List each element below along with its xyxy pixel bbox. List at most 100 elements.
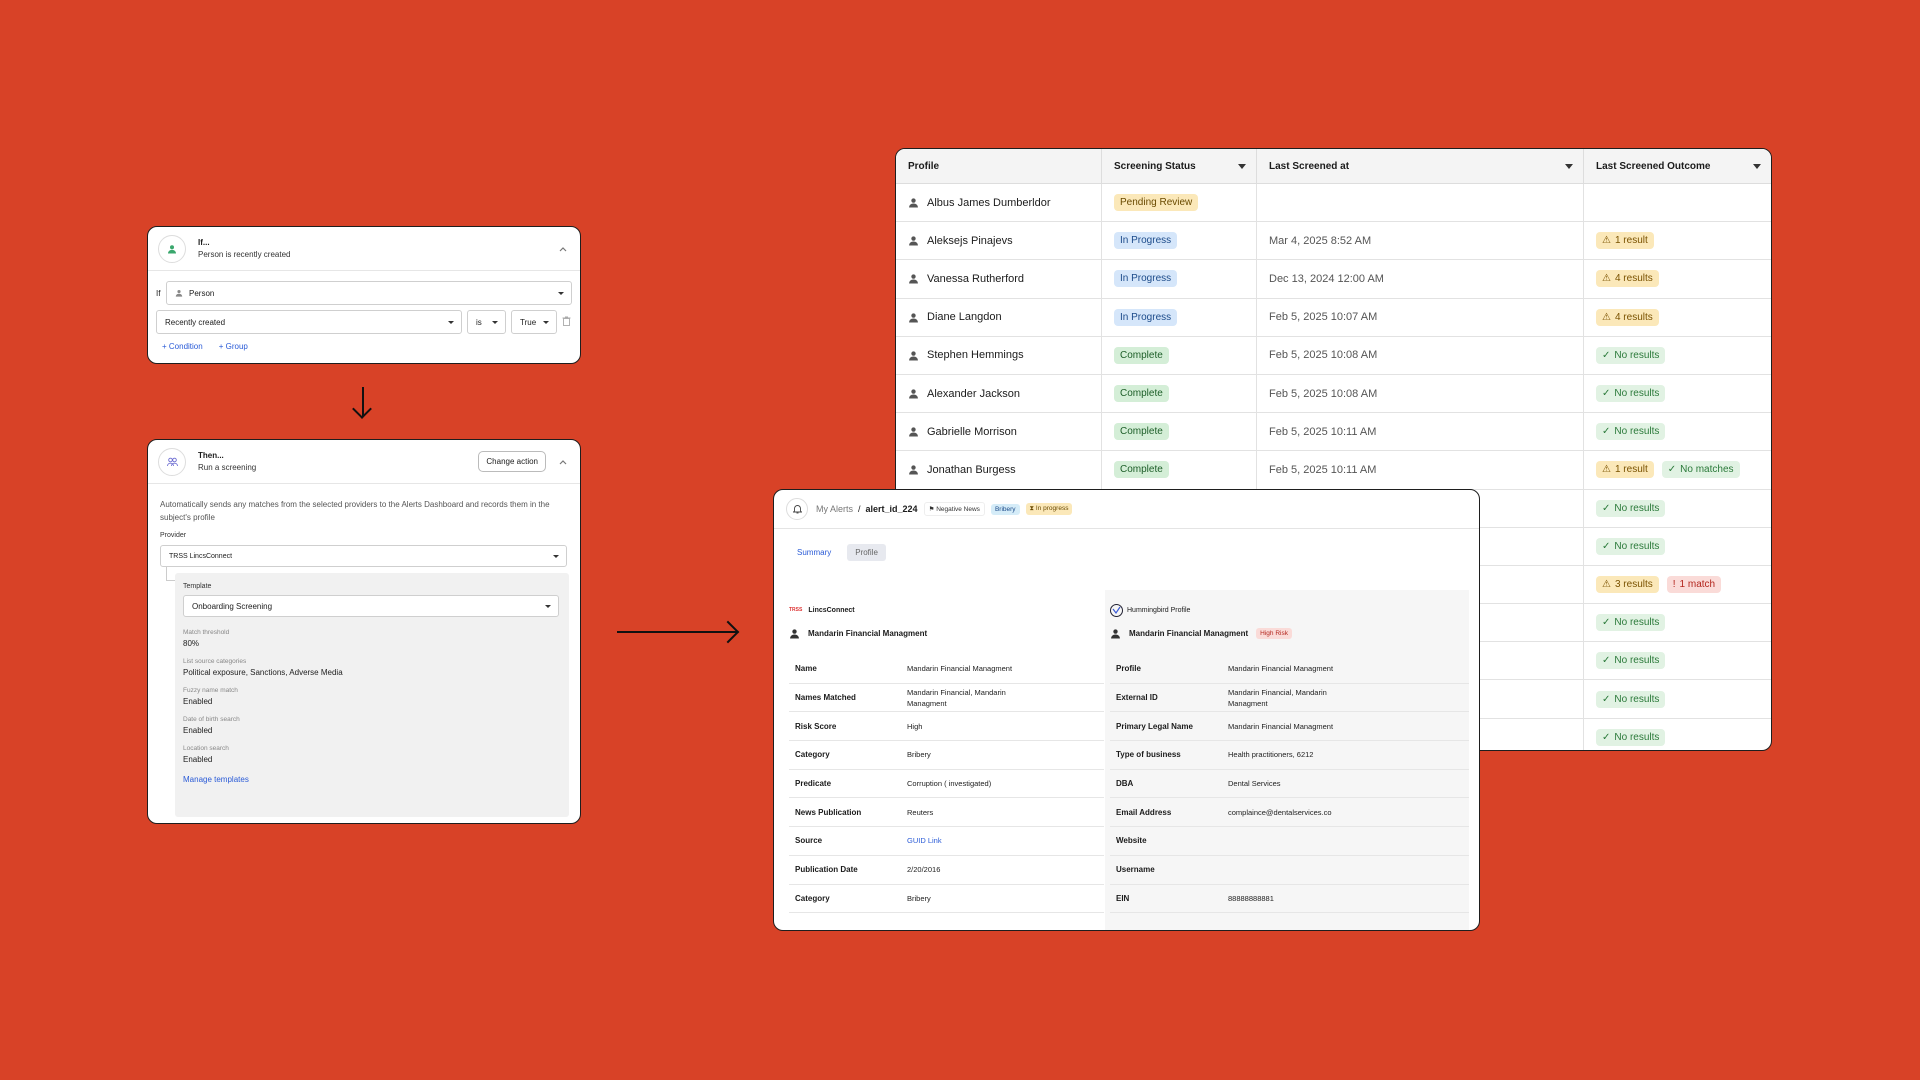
field-row: Category Bribery (789, 885, 1104, 914)
field-value: Mandarin Financial Managment (1228, 721, 1334, 731)
chevron-down-icon (553, 555, 559, 558)
template-select[interactable]: Onboarding Screening (183, 595, 559, 617)
manage-templates-link[interactable]: Manage templates (183, 775, 561, 784)
add-group-button[interactable]: + Group (219, 342, 248, 351)
field-label: Username (1116, 865, 1155, 875)
add-condition-button[interactable]: + Condition (162, 342, 203, 351)
outcome-badge[interactable]: ✓ No results (1596, 385, 1666, 403)
value-select[interactable]: True (511, 310, 557, 334)
status-badge: Complete (1114, 423, 1169, 441)
matched-entity: Mandarin Financial Managment (789, 628, 1104, 639)
check-circle-icon: ✓ (1667, 464, 1677, 476)
outcome-badge[interactable]: ! 1 match (1666, 575, 1722, 593)
setting-label: Date of birth search (183, 716, 240, 723)
column-header-profile[interactable]: Profile (896, 149, 1102, 183)
outcome-text: No results (1614, 693, 1660, 705)
chevron-down-icon (1565, 164, 1573, 169)
change-action-button[interactable]: Change action (478, 451, 546, 472)
outcome-badge[interactable]: ✓ No results (1596, 346, 1666, 364)
status-badge: In Progress (1114, 270, 1178, 288)
check-circle-icon: ✓ (1602, 426, 1611, 438)
outcome-badge[interactable]: ✓ No results (1596, 652, 1666, 670)
outcome-badge[interactable]: ⚠ 1 result (1596, 232, 1654, 250)
hummingbird-logo: Hummingbird Profile (1110, 600, 1469, 620)
cell-outcome: ⚠ 1 result ✓ No matches (1584, 451, 1771, 488)
check-circle-icon: ✓ (1602, 388, 1611, 400)
trash-icon[interactable] (562, 313, 571, 331)
profile-name[interactable]: Albus James Dumberldor (927, 197, 1051, 209)
outcome-badge[interactable]: ✓ No results (1596, 690, 1666, 708)
outcome-badge[interactable]: ✓ No results (1596, 499, 1666, 517)
outcome-text: No results (1614, 349, 1660, 361)
profile-name[interactable]: Diane Langdon (927, 311, 1002, 323)
profile-name[interactable]: Gabrielle Morrison (927, 426, 1017, 438)
if-label: If (156, 288, 161, 298)
profile-name[interactable]: Vanessa Rutherford (927, 273, 1024, 285)
column-header-outcome[interactable]: Last Screened Outcome (1584, 149, 1771, 183)
profile-name[interactable]: Alexander Jackson (927, 388, 1020, 400)
column-header-last-screened[interactable]: Last Screened at (1257, 149, 1584, 183)
outcome-badge[interactable]: ✓ No matches (1661, 461, 1740, 479)
cell-outcome: ✓ No results (1584, 375, 1771, 412)
cell-outcome (1584, 184, 1771, 221)
status-badge: In Progress (1114, 308, 1178, 326)
bell-icon[interactable] (786, 498, 808, 520)
outcome-badge[interactable]: ✓ No results (1596, 614, 1666, 632)
table-row[interactable]: Albus James Dumberldor Pending Review (896, 184, 1771, 223)
chevron-up-icon[interactable] (556, 455, 570, 469)
operator-select[interactable]: is (467, 310, 506, 334)
table-row[interactable]: Gabrielle Morrison Complete Feb 5, 2025 10… (896, 413, 1771, 452)
cell-last-screened: Mar 4, 2025 8:52 AM (1257, 222, 1584, 260)
outcome-text: 3 results (1614, 578, 1653, 590)
outcome-badge[interactable]: ⚠ 1 result (1596, 461, 1654, 479)
person-icon (908, 312, 919, 323)
source-link[interactable]: GUID Link (907, 835, 942, 846)
person-icon (175, 289, 183, 297)
outcome-text: 4 results (1614, 311, 1653, 323)
table-row[interactable]: Diane Langdon In Progress Feb 5, 2025 10:0… (896, 298, 1771, 337)
table-row[interactable]: Jonathan Burgess Complete Feb 5, 2025 10:1… (896, 451, 1771, 490)
hourglass-icon: ⧗ (1029, 505, 1035, 512)
column-header-status[interactable]: Screening Status (1102, 149, 1257, 183)
outcome-badge[interactable]: ✓ No results (1596, 537, 1666, 555)
chevron-up-icon[interactable] (556, 242, 570, 256)
tab-profile[interactable]: Profile (847, 544, 886, 561)
cell-status: Complete (1102, 451, 1257, 489)
check-circle-icon: ✓ (1602, 540, 1611, 552)
plus-icon: + (218, 342, 224, 351)
setting-value: Enabled (183, 697, 213, 706)
tab-summary[interactable]: Summary (789, 544, 839, 561)
cell-outcome: ⚠ 1 result (1584, 222, 1771, 259)
cell-last-screened: Feb 5, 2025 10:08 AM (1257, 374, 1584, 413)
outcome-badge[interactable]: ⚠ 4 results (1596, 270, 1659, 288)
breadcrumb-root[interactable]: My Alerts (816, 504, 853, 514)
provider-name: LincsConnect (808, 606, 855, 614)
cell-outcome: ✓ No results (1584, 337, 1771, 374)
subject-select[interactable]: Person (166, 281, 572, 305)
status-badge: Complete (1114, 461, 1169, 479)
outcome-badge[interactable]: ✓ No results (1596, 728, 1666, 746)
provider-select[interactable]: TRSS LincsConnect (160, 545, 567, 567)
cell-status: In Progress (1102, 222, 1257, 260)
trigger-header[interactable]: If... Person is recently created (148, 227, 580, 271)
profile-name[interactable]: Stephen Hemmings (927, 349, 1024, 361)
cell-outcome: ✓ No results (1584, 604, 1771, 641)
chevron-down-icon (492, 321, 498, 324)
condition-field-select[interactable]: Recently created (156, 310, 462, 334)
outcome-badge[interactable]: ✓ No results (1596, 423, 1666, 441)
table-row[interactable]: Aleksejs Pinajevs In Progress Mar 4, 2025 … (896, 222, 1771, 261)
profile-name[interactable]: Aleksejs Pinajevs (927, 235, 1013, 247)
provider-logo-mark: TRSS (789, 607, 803, 613)
table-row[interactable]: Alexander Jackson Complete Feb 5, 2025 10:… (896, 374, 1771, 414)
cell-profile: Alexander Jackson (896, 374, 1102, 413)
outcome-badge[interactable]: ⚠ 3 results (1596, 575, 1659, 593)
outcome-badge[interactable]: ⚠ 4 results (1596, 308, 1659, 326)
field-row: DBA Dental Services (1110, 770, 1469, 799)
field-row: News Publication Reuters (789, 798, 1104, 828)
table-row[interactable]: Stephen Hemmings Complete Feb 5, 2025 10:0… (896, 336, 1771, 375)
profile-name[interactable]: Jonathan Burgess (927, 464, 1016, 476)
setting-label: Location search (183, 745, 229, 752)
check-circle-icon: ✓ (1602, 502, 1611, 514)
table-row[interactable]: Vanessa Rutherford In Progress Dec 13, 202… (896, 260, 1771, 299)
template-setting: Date of birth search Enabled (183, 716, 561, 735)
